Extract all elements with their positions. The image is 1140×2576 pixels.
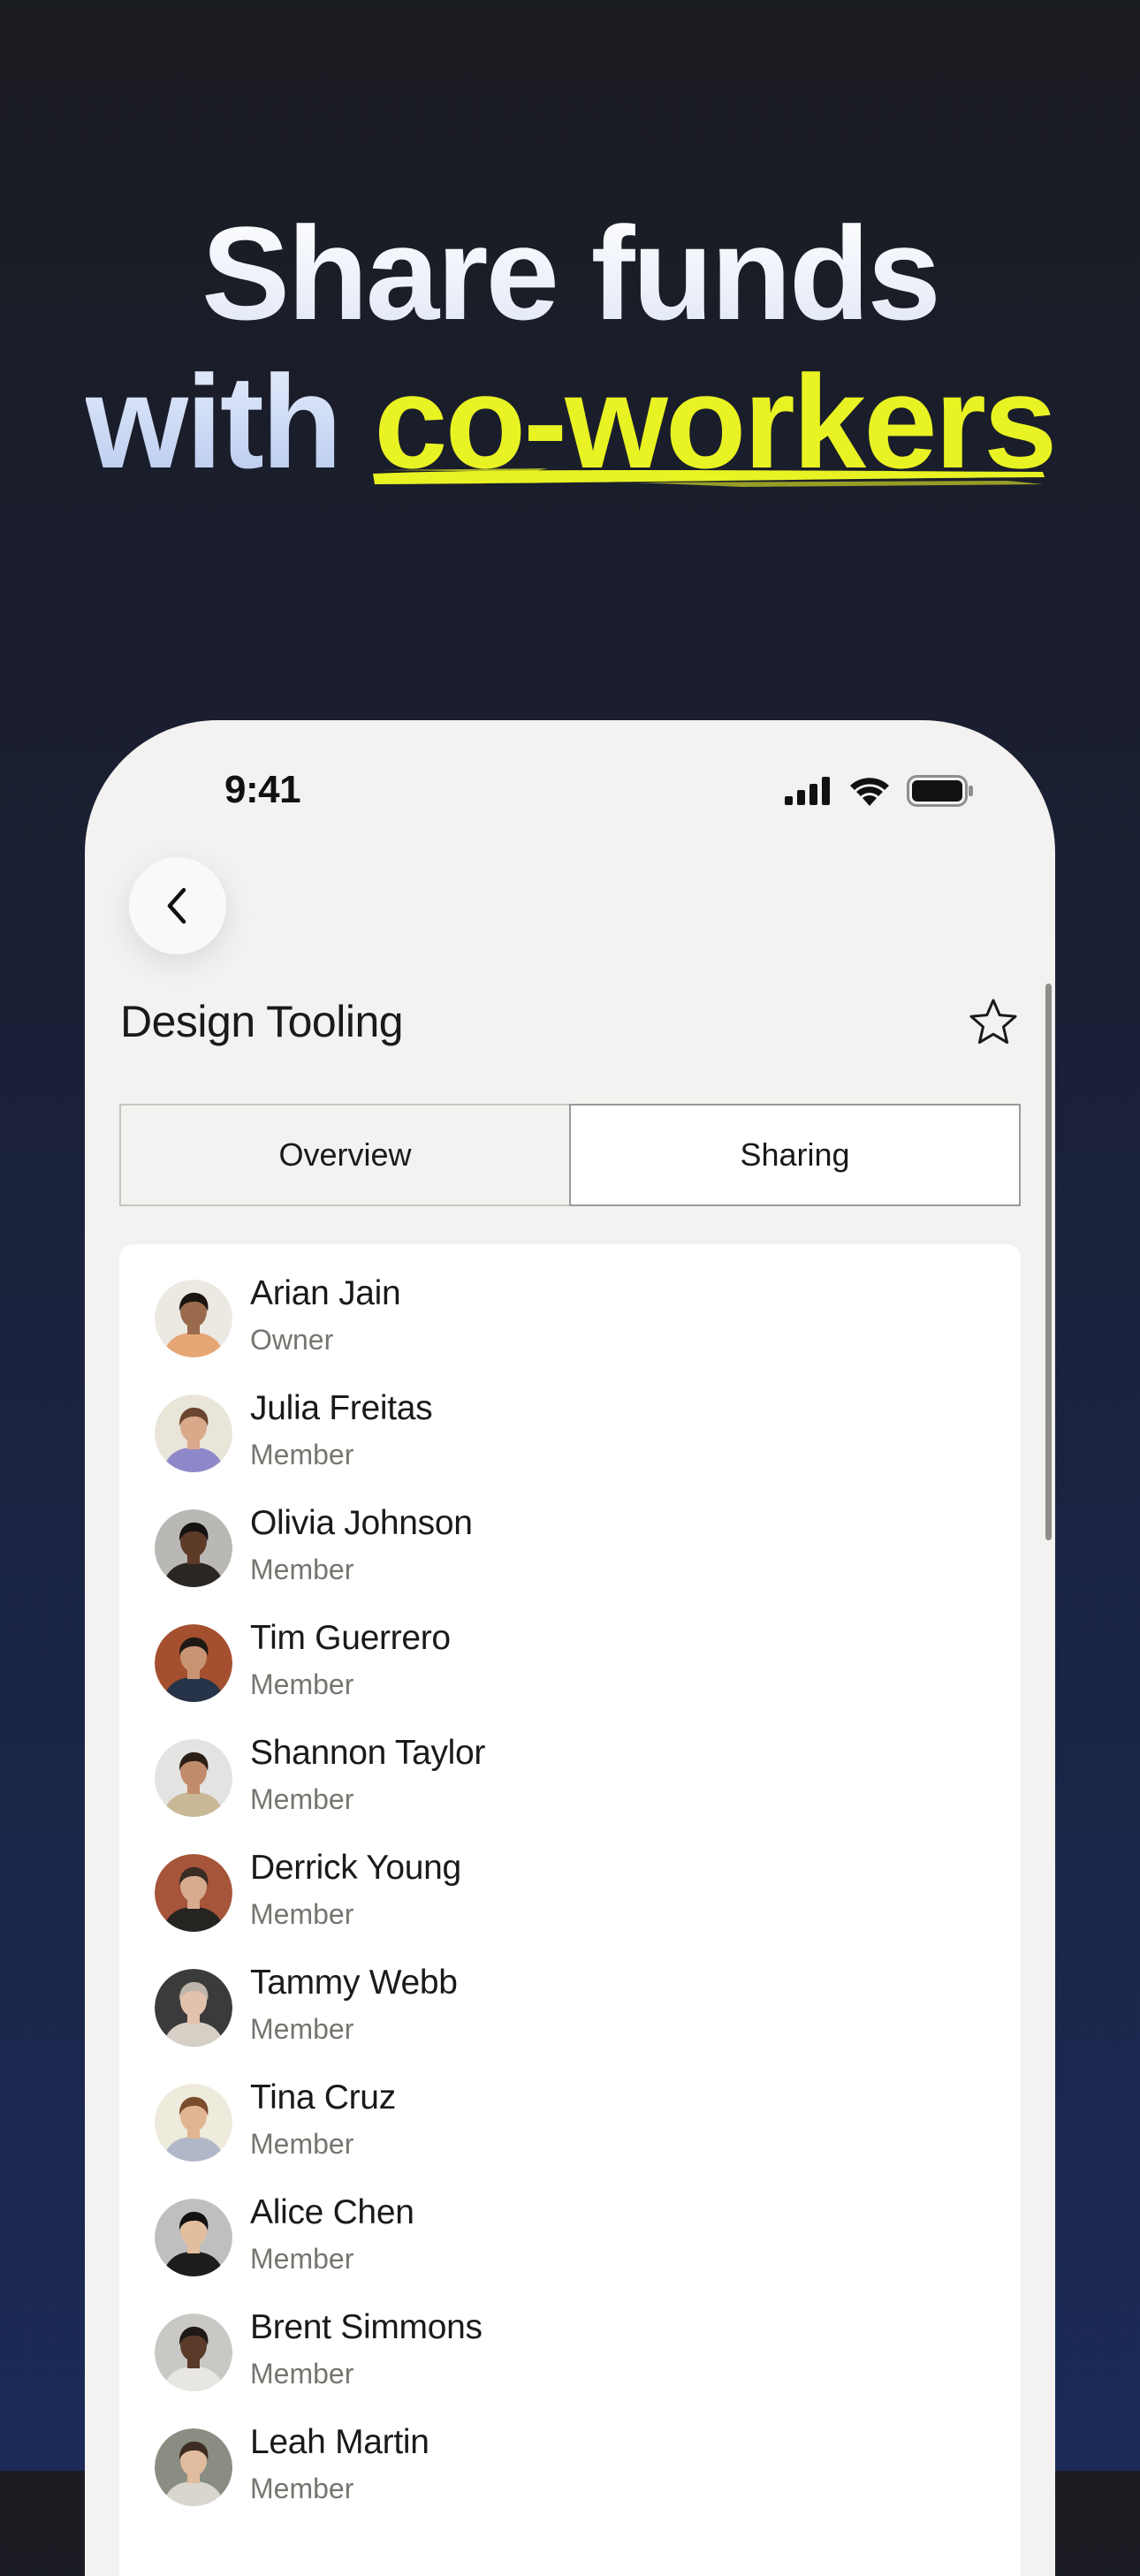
tab-sharing[interactable]: Sharing	[569, 1104, 1021, 1206]
list-item[interactable]: Tina Cruz Member	[155, 2078, 950, 2181]
member-name: Brent Simmons	[250, 2308, 483, 2346]
member-role: Member	[250, 1439, 354, 1470]
battery-icon	[907, 775, 973, 807]
member-role: Member	[250, 1898, 354, 1930]
member-name: Arian Jain	[250, 1274, 401, 1312]
member-name: Alice Chen	[250, 2193, 414, 2231]
member-name: Olivia Johnson	[250, 1504, 473, 1542]
chevron-left-icon	[167, 887, 186, 924]
avatar	[155, 2084, 232, 2162]
tab-overview[interactable]: Overview	[121, 1106, 569, 1204]
member-role: Member	[250, 1783, 354, 1815]
avatar	[155, 1624, 232, 1702]
list-item[interactable]: Olivia Johnson Member	[155, 1504, 950, 1607]
list-item[interactable]: Arian Jain Owner	[155, 1274, 950, 1377]
list-item[interactable]: Brent Simmons Member	[155, 2308, 950, 2411]
member-role: Member	[250, 1668, 354, 1700]
brush-underline-icon	[373, 468, 1045, 487]
avatar	[155, 2314, 232, 2391]
cellular-signal-icon	[785, 777, 830, 805]
tab-bar: Overview Sharing	[119, 1104, 1021, 1206]
avatar	[155, 1394, 232, 1472]
marketing-headline: Share funds with co-workers	[0, 199, 1140, 496]
list-item[interactable]: Leah Martin Member	[155, 2423, 950, 2526]
list-item[interactable]: Derrick Young Member	[155, 1849, 950, 1951]
list-item[interactable]: Tim Guerrero Member	[155, 1619, 950, 1721]
phone-mockup: 9:41 Design Tooling Overview Sharing Ari…	[85, 720, 1055, 2576]
member-name: Julia Freitas	[250, 1389, 433, 1427]
member-role: Member	[250, 2013, 354, 2045]
favorite-button[interactable]	[965, 994, 1022, 1051]
list-item[interactable]: Julia Freitas Member	[155, 1389, 950, 1492]
avatar	[155, 2199, 232, 2276]
member-name: Derrick Young	[250, 1849, 461, 1887]
member-name: Leah Martin	[250, 2423, 429, 2461]
status-time: 9:41	[224, 768, 301, 811]
member-name: Shannon Taylor	[250, 1734, 486, 1772]
avatar	[155, 2428, 232, 2506]
page-title: Design Tooling	[120, 997, 404, 1046]
member-name: Tim Guerrero	[250, 1619, 451, 1657]
star-outline-icon	[969, 999, 1017, 1045]
status-icons	[785, 775, 974, 807]
member-role: Member	[250, 2473, 354, 2504]
member-role: Member	[250, 1554, 354, 1585]
member-role: Member	[250, 2358, 354, 2390]
member-name: Tammy Webb	[250, 1964, 458, 2002]
avatar	[155, 1280, 232, 1357]
list-item[interactable]: Shannon Taylor Member	[155, 1734, 950, 1836]
headline-prefix: with	[85, 347, 343, 496]
member-role: Member	[250, 2128, 354, 2160]
wifi-icon	[850, 778, 889, 806]
scrollbar[interactable]	[1045, 984, 1052, 1540]
member-name: Tina Cruz	[250, 2078, 396, 2116]
member-role: Member	[250, 2243, 354, 2275]
list-item[interactable]: Tammy Webb Member	[155, 1964, 950, 2066]
avatar	[155, 1739, 232, 1817]
list-item[interactable]: Alice Chen Member	[155, 2193, 950, 2296]
member-role: Owner	[250, 1324, 334, 1356]
headline-line-1: Share funds	[0, 199, 1140, 347]
avatar	[155, 1854, 232, 1932]
avatar	[155, 1509, 232, 1587]
members-list: Arian Jain Owner Julia Freitas Member Olivia…	[119, 1244, 1021, 2576]
back-button[interactable]	[129, 857, 226, 954]
avatar	[155, 1969, 232, 2047]
